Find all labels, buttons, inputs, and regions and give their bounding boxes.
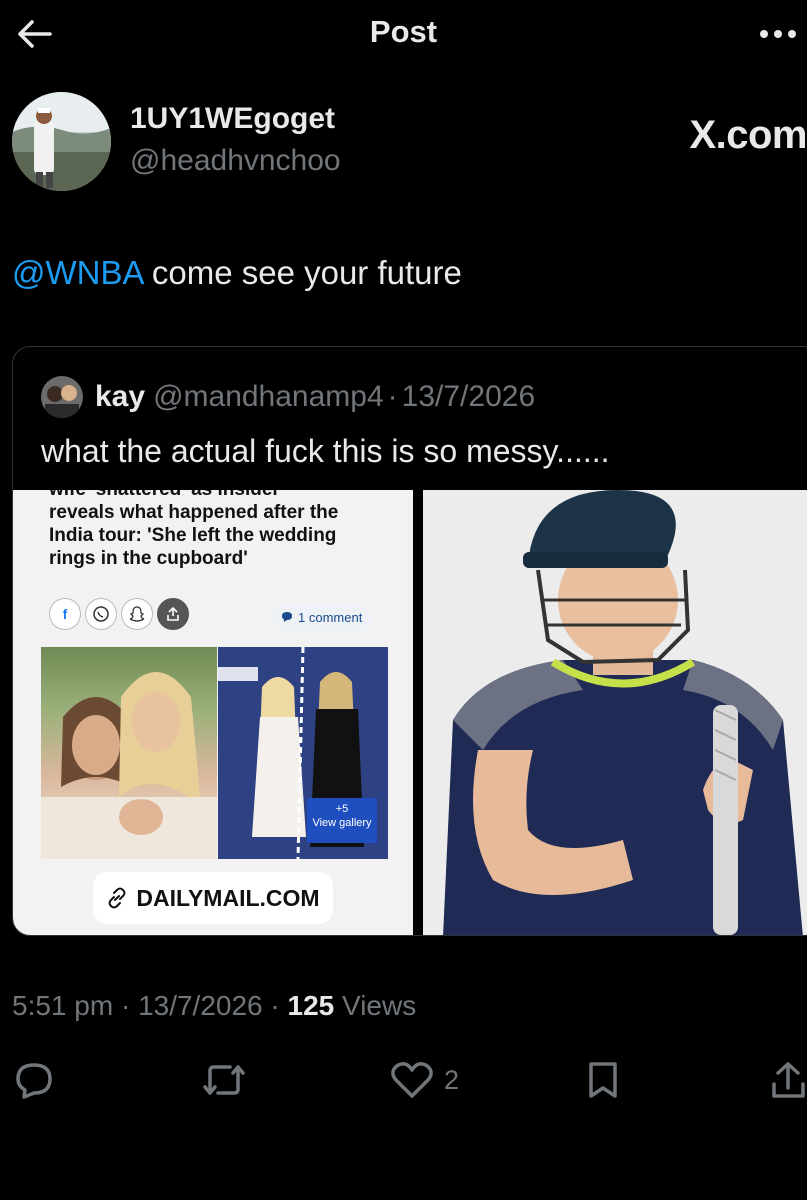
gallery-label: View gallery	[312, 817, 372, 829]
post-time: 5:51 pm	[12, 990, 114, 1021]
article-photo-couple	[41, 647, 217, 859]
gallery-count: +5	[335, 803, 349, 815]
comment-count-pill: 1 comment	[271, 604, 373, 630]
quoted-avatar-image	[41, 376, 83, 418]
separator-dot: ·	[387, 380, 398, 413]
quoted-post-text: what the actual fuck this is so messy...…	[41, 433, 610, 469]
quoted-post[interactable]: kay @mandhanamp4 · 13/7/2026 what the ac…	[12, 346, 807, 936]
heart-icon	[391, 1062, 433, 1098]
like-button[interactable]: 2	[390, 1056, 459, 1104]
article-headline: wife 'shattered' as insider reveals what…	[49, 490, 389, 570]
media-cricketer-photo[interactable]	[423, 490, 807, 935]
bookmark-button[interactable]	[584, 1056, 622, 1104]
comment-bubble-icon	[282, 612, 292, 622]
views-count[interactable]: 125	[288, 990, 335, 1021]
snapchat-icon	[121, 598, 153, 630]
post-date: 13/7/2026	[138, 990, 263, 1021]
more-options-button[interactable]	[753, 14, 803, 54]
more-dots-icon	[760, 30, 796, 38]
repost-icon	[203, 1065, 245, 1095]
share-icon	[157, 598, 189, 630]
headline-line: reveals what happened after the	[49, 502, 339, 523]
like-count: 2	[444, 1064, 460, 1095]
headline-line: rings in the cupboard'	[49, 548, 248, 569]
quoted-author-name[interactable]: kay	[95, 380, 145, 414]
separator-dot: ·	[262, 990, 288, 1021]
repost-button[interactable]	[200, 1056, 248, 1104]
tweet-text: @WNBA come see your future	[12, 254, 462, 292]
author-name[interactable]: 1UY1WEgoget	[130, 102, 335, 136]
share-button[interactable]	[770, 1056, 807, 1104]
whatsapp-icon	[85, 598, 117, 630]
author-handle[interactable]: @headhvnchoo	[130, 144, 341, 178]
source-domain: DAILYMAIL.COM	[136, 884, 320, 911]
cricketer-photo	[423, 490, 807, 935]
page-title: Post	[369, 14, 438, 49]
headline-line: wife 'shattered' as insider	[49, 490, 389, 501]
facebook-icon: f	[49, 598, 81, 630]
avatar[interactable]	[12, 92, 111, 191]
quoted-post-header: kay @mandhanamp4 · 13/7/2026	[41, 376, 536, 418]
comment-count: 1 comment	[298, 609, 363, 625]
avatar-image	[12, 92, 111, 191]
quoted-avatar[interactable]	[41, 376, 83, 418]
share-icons: f	[49, 598, 189, 630]
mention-link[interactable]: @WNBA	[12, 254, 143, 291]
view-gallery-badge: +5 View gallery	[307, 798, 377, 843]
reply-button[interactable]	[14, 1056, 54, 1104]
top-bar: Post	[0, 0, 807, 70]
bookmark-icon	[589, 1062, 617, 1098]
action-bar: 2	[0, 1056, 807, 1108]
post-author: 1UY1WEgoget @headhvnchoo	[12, 92, 792, 194]
separator-dot: ·	[113, 990, 139, 1021]
headline-line: India tour: 'She left the wedding	[49, 525, 337, 546]
article-source-pill: DAILYMAIL.COM	[93, 872, 333, 924]
media-article-screenshot[interactable]: wife 'shattered' as insider reveals what…	[13, 490, 413, 935]
site-watermark: X.com	[689, 113, 807, 157]
tweet-body: come see your future	[142, 254, 462, 291]
post-meta: 5:51 pm · 13/7/2026 · 125 Views	[12, 990, 416, 1022]
quoted-author-handle[interactable]: @mandhanamp4	[153, 380, 384, 414]
views-label: Views	[334, 990, 417, 1021]
quoted-post-date: 13/7/2026	[401, 380, 536, 413]
share-upload-icon	[772, 1062, 805, 1098]
reply-icon	[16, 1063, 52, 1099]
link-icon	[108, 887, 126, 909]
